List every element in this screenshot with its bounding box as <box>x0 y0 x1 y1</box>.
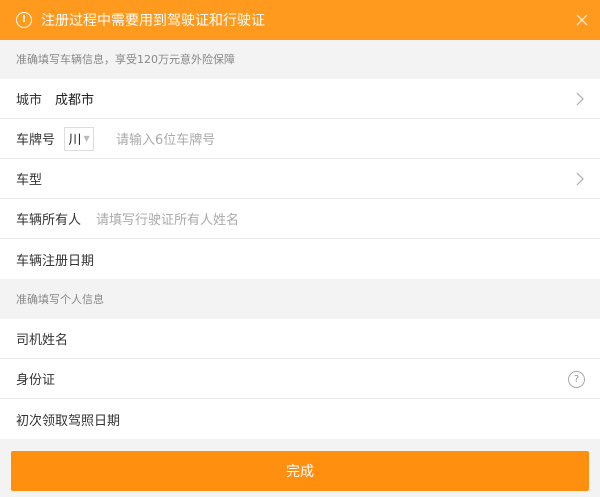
driver-name-row[interactable]: 司机姓名 <box>0 319 600 359</box>
owner-label: 车辆所有人 <box>16 213 82 228</box>
personal-section-title: 准确填写个人信息 <box>16 293 104 306</box>
plate-input[interactable]: 请输入6位车牌号 <box>116 129 215 148</box>
plate-row: 车牌号 川 ▼ 请输入6位车牌号 <box>0 119 600 159</box>
personal-section-header: 准确填写个人信息 <box>0 279 600 319</box>
driver-name-label: 司机姓名 <box>16 333 69 348</box>
model-label: 车型 <box>16 173 43 188</box>
caret-down-icon: ▼ <box>83 134 90 143</box>
reg-date-label: 车辆注册日期 <box>16 253 95 269</box>
chevron-right-icon <box>576 92 584 106</box>
owner-input[interactable]: 请填写行驶证所有人姓名 <box>96 209 239 228</box>
city-row[interactable]: 城市 成都市 <box>0 79 600 119</box>
reg-date-row[interactable]: 车辆注册日期 <box>0 239 600 279</box>
chevron-right-icon <box>576 172 584 186</box>
id-card-row[interactable]: 身份证 ? <box>0 359 600 399</box>
province-select[interactable]: 川 ▼ <box>64 126 95 151</box>
owner-row: 车辆所有人 请填写行驶证所有人姓名 <box>0 199 600 239</box>
vehicle-section-header: 准确填写车辆信息，享受120万元意外险保障 <box>0 40 600 78</box>
close-icon[interactable] <box>572 10 592 30</box>
plate-label: 车牌号 <box>16 133 56 148</box>
city-value: 成都市 <box>55 93 95 108</box>
banner-text: 注册过程中需要用到驾驶证和行驶证 <box>41 13 265 29</box>
question-circle-icon[interactable]: ? <box>568 371 585 388</box>
model-row[interactable]: 车型 <box>0 159 600 199</box>
id-card-label: 身份证 <box>16 373 56 388</box>
province-value: 川 <box>68 133 82 148</box>
notice-banner: ! 注册过程中需要用到驾驶证和行驶证 <box>0 0 600 40</box>
warning-icon: ! <box>16 12 32 28</box>
license-date-label: 初次领取驾照日期 <box>16 413 121 429</box>
vehicle-section-title: 准确填写车辆信息，享受120万元意外险保障 <box>16 53 235 66</box>
done-button-label: 完成 <box>286 464 314 480</box>
done-button[interactable]: 完成 <box>11 451 589 491</box>
city-label: 城市 <box>16 93 43 108</box>
license-date-row[interactable]: 初次领取驾照日期 <box>0 399 600 439</box>
